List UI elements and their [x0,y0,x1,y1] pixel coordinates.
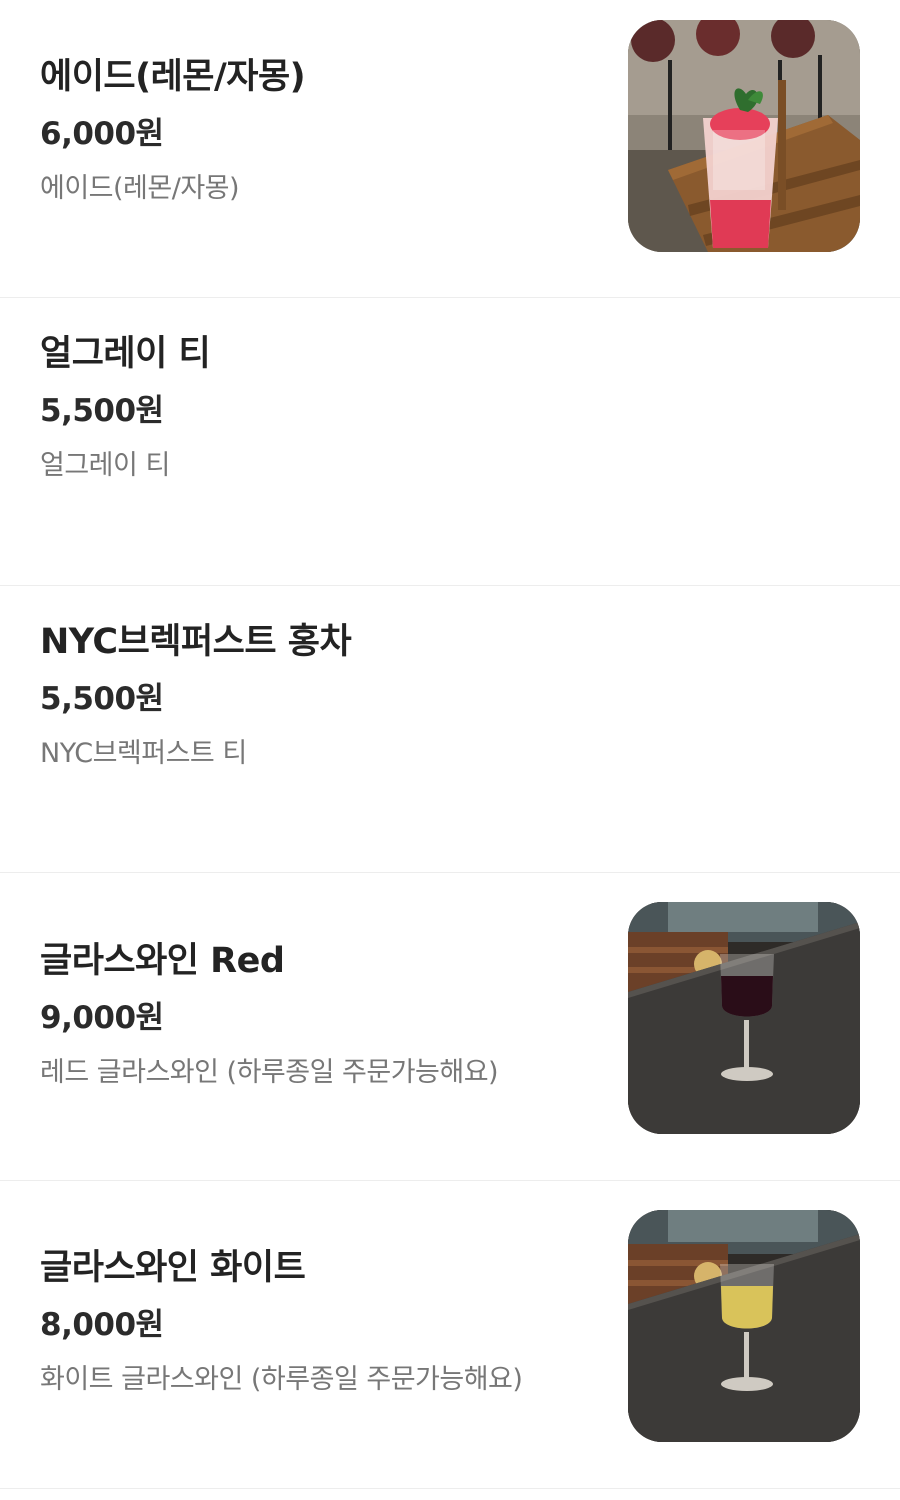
menu-item-photo-white-wine[interactable] [628,1210,860,1442]
menu-item-price: 6,000원 [40,116,164,152]
menu-item-photo-red-wine[interactable] [628,902,860,1134]
menu-item-glass-wine-white[interactable]: 글라스와인 화이트 8,000원 화이트 글라스와인 (하루종일 주문가능해요) [0,1181,900,1489]
menu-item-description: 화이트 글라스와인 (하루종일 주문가능해요) [40,1364,523,1395]
menu-item-earl-grey[interactable]: 얼그레이 티 5,500원 얼그레이 티 [0,298,900,586]
menu-item-name: NYC브렉퍼스트 홍차 [40,622,352,662]
menu-item-price: 5,500원 [40,681,164,717]
ade-glass-photo [628,20,860,252]
menu-item-photo-ade[interactable] [628,20,860,252]
menu-item-description: NYC브렉퍼스트 티 [40,738,247,769]
menu-item-ade[interactable]: 에이드(레몬/자몽) 6,000원 에이드(레몬/자몽) [0,0,900,298]
menu-item-name: 글라스와인 화이트 [40,1248,306,1288]
menu-item-name: 에이드(레몬/자몽) [40,57,306,97]
menu-list: 에이드(레몬/자몽) 6,000원 에이드(레몬/자몽) 얼그레이 티 5,50… [0,0,900,1489]
menu-item-name: 글라스와인 Red [40,941,285,981]
menu-item-name: 얼그레이 티 [40,334,211,374]
menu-item-nyc-breakfast[interactable]: NYC브렉퍼스트 홍차 5,500원 NYC브렉퍼스트 티 [0,586,900,873]
menu-item-glass-wine-red[interactable]: 글라스와인 Red 9,000원 레드 글라스와인 (하루종일 주문가능해요) [0,873,900,1181]
menu-item-price: 9,000원 [40,1000,164,1036]
menu-item-description: 레드 글라스와인 (하루종일 주문가능해요) [40,1057,499,1088]
menu-item-description: 에이드(레몬/자몽) [40,173,240,204]
menu-item-price: 8,000원 [40,1307,164,1343]
red-wine-glass-photo [628,902,860,1134]
menu-item-description: 얼그레이 티 [40,450,170,481]
menu-item-price: 5,500원 [40,393,164,429]
white-wine-glass-photo [628,1210,860,1442]
